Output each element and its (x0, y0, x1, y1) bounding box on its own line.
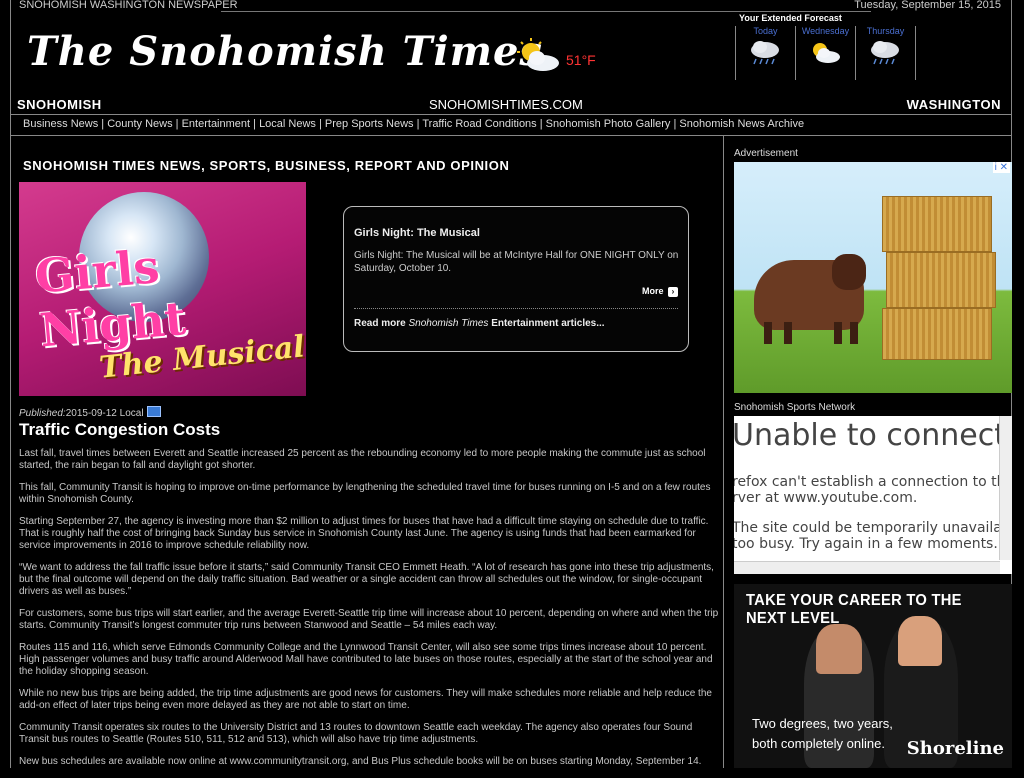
advertisement-label: Advertisement (734, 148, 798, 159)
nav-link-entertainment[interactable]: Entertainment (182, 118, 250, 130)
section-heading: SNOHOMISH TIMES NEWS, SPORTS, BUSINESS, … (23, 158, 510, 173)
embedded-video-frame[interactable]: Unable to connect refox can't establish … (734, 416, 1012, 574)
feature-description: Girls Night: The Musical will be at McIn… (354, 250, 679, 274)
chevron-right-icon: › (668, 287, 678, 297)
more-label: More (641, 286, 664, 296)
title-bar: SNOHOMISH SNOHOMISHTIMES.COM WASHINGTON (11, 96, 1011, 114)
career-advertisement[interactable]: TAKE YOUR CAREER TO THE NEXT LEVEL Two d… (734, 584, 1012, 768)
article-paragraph: This fall, Community Transit is hoping t… (19, 482, 711, 505)
forecast-day[interactable]: Wednesday (795, 26, 855, 80)
page-frame: SNOHOMISH WASHINGTON NEWSPAPER Tuesday, … (10, 0, 1012, 768)
shoreline-logo: Shoreline (906, 738, 1004, 759)
ad-tagline-line: Two degrees, two years, (752, 716, 893, 731)
ad-choices-icon[interactable]: i ✕ (992, 162, 1010, 173)
article-paragraph: Last fall, travel times between Everett … (19, 448, 706, 471)
published-label: Published: (19, 408, 66, 419)
laptop-icon (146, 406, 161, 417)
nav-links: Business News | County News | Entertainm… (23, 118, 804, 130)
partly-sunny-icon (813, 43, 840, 63)
nav-link-business[interactable]: Business News (23, 118, 98, 130)
divider (354, 308, 678, 309)
bison-leg (784, 322, 792, 344)
site-label: SNOHOMISH WASHINGTON NEWSPAPER (19, 0, 238, 11)
forecast-day-label: Wednesday (801, 26, 850, 36)
article-paragraph: Community Transit operates six routes to… (19, 722, 693, 745)
site-url[interactable]: SNOHOMISHTIMES.COM (429, 97, 583, 112)
rain-cloud-icon (871, 41, 899, 65)
more-button[interactable]: More › (642, 286, 678, 297)
horizontal-scrollbar[interactable] (734, 561, 1000, 574)
nav-separator: | (536, 118, 546, 130)
bison-leg (764, 322, 772, 344)
hay-bale (882, 308, 992, 360)
readmore-suffix: Entertainment articles... (488, 318, 605, 329)
current-temperature: 51°F (566, 52, 596, 68)
extended-forecast: Your Extended Forecast Today Wednesday T… (735, 13, 916, 80)
hay-bale (882, 196, 992, 252)
nav-separator: | (98, 118, 108, 130)
partly-sunny-icon (517, 38, 559, 71)
ad-headline: TAKE YOUR CAREER TO THE NEXT LEVEL (746, 592, 962, 627)
rain-cloud-icon (751, 41, 779, 65)
sports-network-label: Snohomish Sports Network (734, 402, 856, 413)
article-paragraph: Starting September 27, the agency is inv… (19, 516, 709, 551)
nav-link-county[interactable]: County News (107, 118, 172, 130)
article-title[interactable]: Traffic Congestion Costs (19, 420, 220, 440)
site-logo[interactable]: The Snohomish Times (27, 28, 543, 75)
forecast-day-label: Thursday (866, 26, 905, 36)
main-column: SNOHOMISH TIMES NEWS, SPORTS, BUSINESS, … (11, 136, 724, 768)
top-divider (221, 11, 871, 12)
nav-bar: Business News | County News | Entertainm… (11, 114, 1011, 136)
advertisement-banner[interactable]: i ✕ (734, 162, 1012, 393)
nav-separator: | (172, 118, 182, 130)
category-link[interactable]: Local (120, 408, 144, 419)
error-line: too busy. Try again in a few moments. (734, 536, 998, 552)
top-bar: SNOHOMISH WASHINGTON NEWSPAPER Tuesday, … (11, 0, 1011, 12)
article-paragraph: New bus schedules are available now onli… (19, 756, 702, 767)
readmore-publication: Snohomish Times (408, 318, 489, 329)
sidebar: Advertisement i ✕ Snohomish Sports Netwo… (724, 136, 1012, 768)
nav-link-local[interactable]: Local News (259, 118, 316, 130)
ad-tagline-line: both completely online. (752, 736, 885, 751)
bison-leg (834, 322, 842, 344)
person-face (816, 624, 862, 674)
readmore-prefix: Read more (354, 318, 409, 329)
nav-link-archive[interactable]: Snohomish News Archive (679, 118, 804, 130)
feature-title[interactable]: Girls Night: The Musical (354, 227, 480, 239)
published-line: Published:2015-09-12 Local (19, 406, 161, 419)
nav-link-gallery[interactable]: Snohomish Photo Gallery (546, 118, 671, 130)
feature-image[interactable]: Girls Night The Musical (19, 182, 306, 396)
feature-box: Girls Night: The Musical Girls Night: Th… (343, 206, 689, 352)
state-label: WASHINGTON (906, 97, 1001, 112)
nav-separator: | (250, 118, 260, 130)
masthead: The Snohomish Times 51°F Your Extended F… (11, 13, 1011, 96)
error-heading: Unable to connect (734, 418, 1006, 453)
city-label: SNOHOMISH (17, 97, 102, 112)
person-face (898, 616, 942, 666)
forecast-day[interactable]: Thursday (855, 26, 916, 80)
article-paragraph: “We want to address the fall traffic iss… (19, 562, 714, 597)
article-paragraph: For customers, some bus trips will start… (19, 608, 719, 631)
article-body: Last fall, travel times between Everett … (19, 448, 719, 778)
nav-link-traffic[interactable]: Traffic Road Conditions (422, 118, 536, 130)
error-line: rver at www.youtube.com. (734, 490, 918, 506)
published-date: 2015-09-12 (65, 408, 117, 419)
nav-separator: | (315, 118, 325, 130)
forecast-title: Your Extended Forecast (739, 13, 842, 23)
nav-link-sports[interactable]: Prep Sports News (325, 118, 414, 130)
forecast-day[interactable]: Today (735, 26, 795, 80)
article-paragraph: Routes 115 and 116, which serve Edmonds … (19, 642, 713, 677)
article-paragraph: While no new bus trips are being added, … (19, 688, 712, 711)
error-line: The site could be temporarily unavailabl… (734, 520, 1012, 536)
ad-tagline: Two degrees, two years, both completely o… (752, 714, 893, 754)
bison-leg (850, 322, 858, 344)
vertical-scrollbar[interactable] (999, 416, 1012, 560)
forecast-day-label: Today (753, 26, 778, 36)
hay-bale (886, 252, 996, 308)
current-date: Tuesday, September 15, 2015 (854, 0, 1001, 11)
error-line: refox can't establish a connection to th… (734, 474, 1012, 490)
bison-head (832, 254, 866, 290)
read-more-link[interactable]: Read more Snohomish Times Entertainment … (354, 318, 605, 329)
